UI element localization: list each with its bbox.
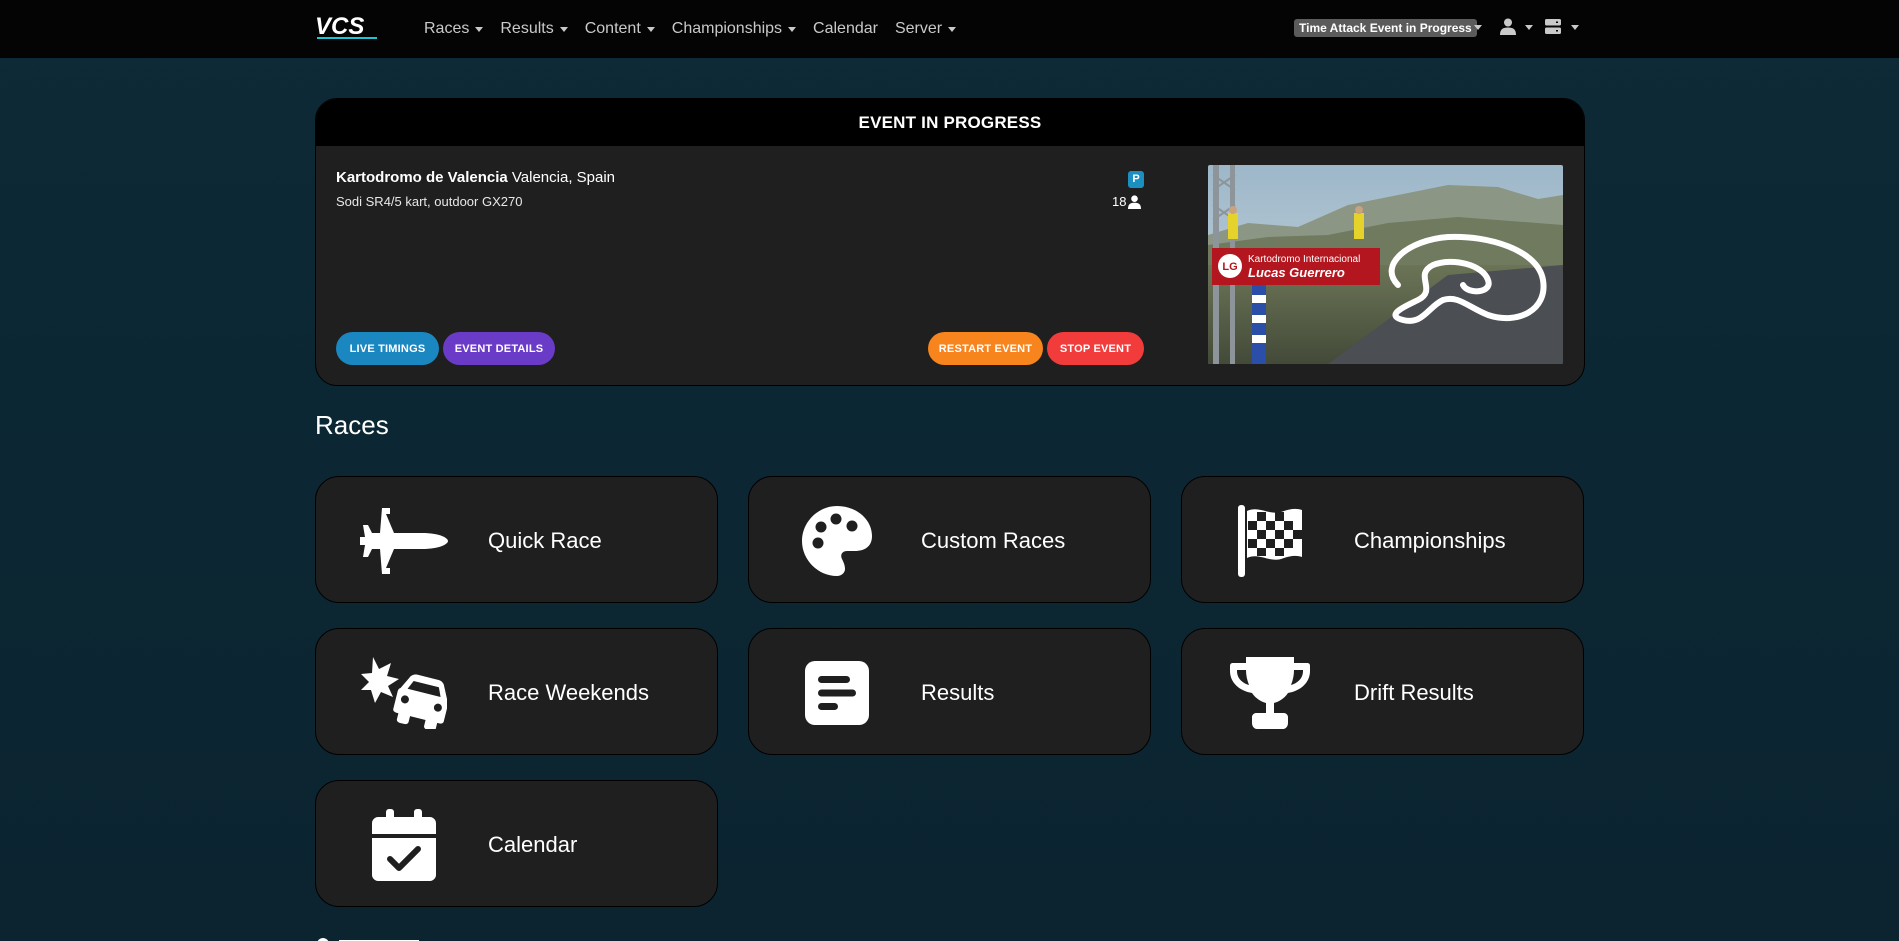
svg-text:LG: LG <box>1222 261 1237 273</box>
results-icon <box>789 657 885 729</box>
svg-text:VCS: VCS <box>315 13 364 40</box>
track-name: Kartodromo de Valencia <box>336 169 508 186</box>
drift-results-tile[interactable]: Drift Results <box>1181 628 1584 755</box>
chevron-down-icon <box>788 26 797 32</box>
jet-icon <box>356 505 452 577</box>
driver-user-icon <box>1128 194 1142 209</box>
track-info: Kartodromo de Valencia Valencia, Spain <box>336 169 615 186</box>
race-weekends-tile[interactable]: Race Weekends <box>315 628 718 755</box>
driver-count: 18 <box>1112 194 1142 209</box>
chevron-down-icon <box>646 26 655 32</box>
trophy-icon <box>1222 657 1318 729</box>
vcs-logo[interactable]: VCS <box>315 13 381 41</box>
nav-links: Races Results Content Championships Cale… <box>424 0 973 58</box>
chevron-down-icon <box>948 26 957 32</box>
next-section-title-peek <box>317 938 419 941</box>
results-label: Results <box>921 679 995 705</box>
server-icon[interactable] <box>1545 19 1561 34</box>
live-timings-button[interactable]: LIVE TIMINGS <box>336 332 439 365</box>
calendar-tile[interactable]: Calendar <box>315 780 718 907</box>
races-section-title: Races <box>315 410 389 440</box>
calendar-label: Calendar <box>488 831 578 857</box>
championships-label: Championships <box>1354 527 1506 553</box>
nav-championships[interactable]: Championships <box>672 20 797 38</box>
calendar-check-icon <box>356 809 452 881</box>
event-status-badge[interactable]: Time Attack Event in Progress <box>1294 19 1477 37</box>
server-chevron-down-icon[interactable] <box>1571 25 1579 30</box>
user-chevron-down-icon[interactable] <box>1525 25 1533 30</box>
palette-icon <box>789 505 885 577</box>
event-details-button[interactable]: EVENT DETAILS <box>443 332 555 365</box>
chevron-down-icon <box>475 26 484 32</box>
nav-races[interactable]: Races <box>424 20 484 38</box>
user-icon[interactable] <box>1500 18 1516 35</box>
nav-calendar[interactable]: Calendar <box>813 20 878 38</box>
quick-race-label: Quick Race <box>488 527 602 553</box>
results-tile[interactable]: Results <box>748 628 1151 755</box>
championships-tile[interactable]: Championships <box>1181 476 1584 603</box>
chevron-down-icon <box>559 26 568 32</box>
svg-text:Lucas Guerrero: Lucas Guerrero <box>1248 265 1345 280</box>
track-preview-image: LG Kartodromo Internacional Lucas Guerre… <box>1208 165 1563 364</box>
driver-count-value: 18 <box>1112 194 1127 209</box>
session-badge: P <box>1128 171 1144 188</box>
custom-races-tile[interactable]: Custom Races <box>748 476 1151 603</box>
car-list: Sodi SR4/5 kart, outdoor GX270 <box>336 194 523 209</box>
event-in-progress-card: EVENT IN PROGRESS Kartodromo de Valencia… <box>315 98 1585 386</box>
checkered-flag-icon <box>1222 505 1318 577</box>
stop-event-button[interactable]: STOP EVENT <box>1047 332 1144 365</box>
track-location: Valencia, Spain <box>511 169 616 186</box>
nav-results[interactable]: Results <box>500 20 568 38</box>
race-weekends-label: Race Weekends <box>488 679 650 705</box>
restart-event-button[interactable]: RESTART EVENT <box>928 332 1043 365</box>
drift-results-label: Drift Results <box>1354 679 1474 705</box>
navbar: VCS Races Results Content Championships … <box>0 0 1899 58</box>
nav-content[interactable]: Content <box>585 20 655 38</box>
svg-text:Kartodromo Internacional: Kartodromo Internacional <box>1248 254 1360 265</box>
custom-races-label: Custom Races <box>921 527 1066 553</box>
car-crash-icon <box>356 657 452 729</box>
quick-race-tile[interactable]: Quick Race <box>315 476 718 603</box>
event-card-header: EVENT IN PROGRESS <box>316 99 1584 146</box>
status-chevron-down-icon[interactable] <box>1474 25 1482 30</box>
nav-server[interactable]: Server <box>895 20 957 38</box>
